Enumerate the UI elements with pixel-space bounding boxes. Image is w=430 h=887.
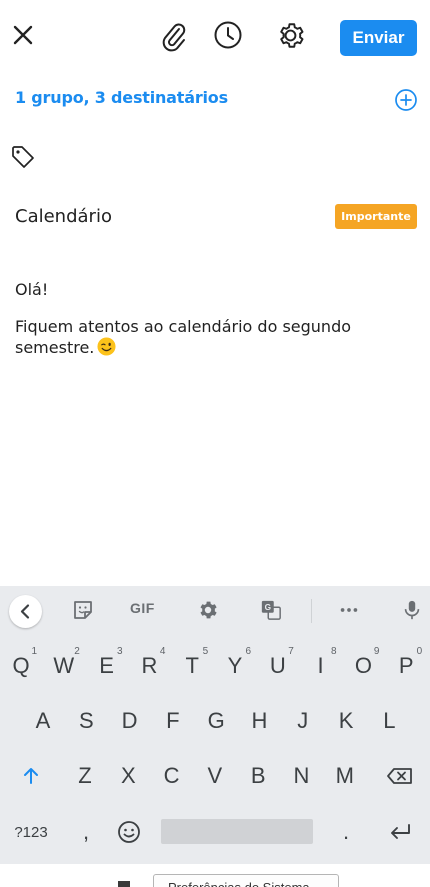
clock-icon[interactable] [213,20,243,50]
enter-key[interactable] [380,810,420,854]
recipients-summary[interactable]: 1 grupo, 3 destinatários [15,88,228,107]
key-number-hint: 1 [31,646,37,657]
key-b[interactable]: B [238,754,278,798]
chevron-left-icon [20,604,30,619]
close-icon[interactable] [10,22,36,48]
key-q[interactable]: Q1 [1,644,41,688]
sticker-icon[interactable] [72,599,94,621]
backspace-icon [387,768,412,784]
comma-key[interactable]: , [66,810,106,854]
key-k[interactable]: K [326,699,366,743]
key-label: E [99,653,114,678]
keyboard-back-button[interactable] [9,595,42,628]
emoji-key[interactable] [109,810,149,854]
winking-face-emoji-icon [97,337,116,356]
space-bar[interactable] [161,819,313,844]
shift-key[interactable] [11,754,51,798]
key-p[interactable]: P0 [386,644,426,688]
key-y[interactable]: Y6 [215,644,255,688]
key-u[interactable]: U7 [258,644,298,688]
key-label: Y [227,653,243,678]
key-o[interactable]: O9 [343,644,383,688]
key-n[interactable]: N [282,754,322,798]
key-number-hint: 4 [159,646,166,657]
key-label: I [317,653,324,678]
smiley-icon [118,821,140,843]
symbols-key[interactable]: ?123 [11,810,51,854]
gear-icon[interactable] [275,20,306,51]
tag-icon[interactable] [10,144,36,170]
system-preferences-tooltip: Preferências do Sistema [153,874,339,887]
svg-text:G: G [265,603,271,612]
key-number-hint: 3 [117,646,123,657]
nav-handle[interactable] [118,881,130,887]
translate-icon[interactable]: G [259,599,283,621]
compose-toolbar: Enviar [0,0,430,76]
gif-button[interactable]: GIF [130,600,155,616]
key-s[interactable]: S [66,699,106,743]
body-paragraph: Fiquem atentos ao calendário do segundo … [15,316,415,358]
body-text-content: Fiquem atentos ao calendário do segundo … [15,317,352,357]
priority-badge[interactable]: Importante [335,204,417,229]
shift-arrow-icon [24,768,38,784]
key-e[interactable]: E3 [87,644,127,688]
key-d[interactable]: D [110,699,150,743]
key-v[interactable]: V [195,754,235,798]
key-x[interactable]: X [108,754,148,798]
key-g[interactable]: G [196,699,236,743]
period-key[interactable]: . [326,810,366,854]
message-subject[interactable]: Calendário [15,206,112,227]
key-z[interactable]: Z [65,754,105,798]
key-label: W [53,653,75,678]
key-f[interactable]: F [153,699,193,743]
key-a[interactable]: A [23,699,63,743]
key-number-hint: 8 [331,646,337,657]
key-c[interactable]: C [152,754,192,798]
key-label: R [141,653,158,678]
gear-icon[interactable] [197,599,219,621]
key-i[interactable]: I8 [301,644,341,688]
keyboard-toolbar: GIF G [0,586,430,634]
key-h[interactable]: H [240,699,280,743]
toolbar-divider [311,599,312,623]
key-w[interactable]: W2 [44,644,84,688]
key-number-hint: 0 [416,646,423,657]
backspace-key[interactable] [380,754,420,798]
mic-icon[interactable] [401,599,423,621]
enter-icon [391,824,410,839]
plus-circle-icon[interactable] [394,88,418,112]
more-icon[interactable] [338,599,360,621]
key-number-hint: 6 [245,646,251,657]
key-number-hint: 5 [202,646,209,657]
message-body[interactable]: Olá! Fiquem atentos ao calendário do seg… [15,279,415,374]
key-label: Q [12,653,30,678]
key-l[interactable]: L [369,699,409,743]
key-label: O [354,653,372,678]
soft-keyboard: GIF G Q1W2E3R4T5Y6U7I8O9P0 ASDFGHJKL ZXC… [0,586,430,864]
key-label: T [185,653,199,678]
key-number-hint: 7 [288,646,294,657]
key-number-hint: 2 [74,646,80,657]
system-nav-bar: Preferências do Sistema [0,864,430,887]
send-button[interactable]: Enviar [340,20,417,56]
paperclip-icon[interactable] [157,20,189,52]
key-j[interactable]: J [283,699,323,743]
key-label: P [398,653,414,678]
key-label: U [269,653,286,678]
key-number-hint: 9 [373,646,380,657]
key-m[interactable]: M [325,754,365,798]
key-r[interactable]: R4 [129,644,169,688]
body-greeting: Olá! [15,280,49,299]
key-t[interactable]: T5 [172,644,212,688]
